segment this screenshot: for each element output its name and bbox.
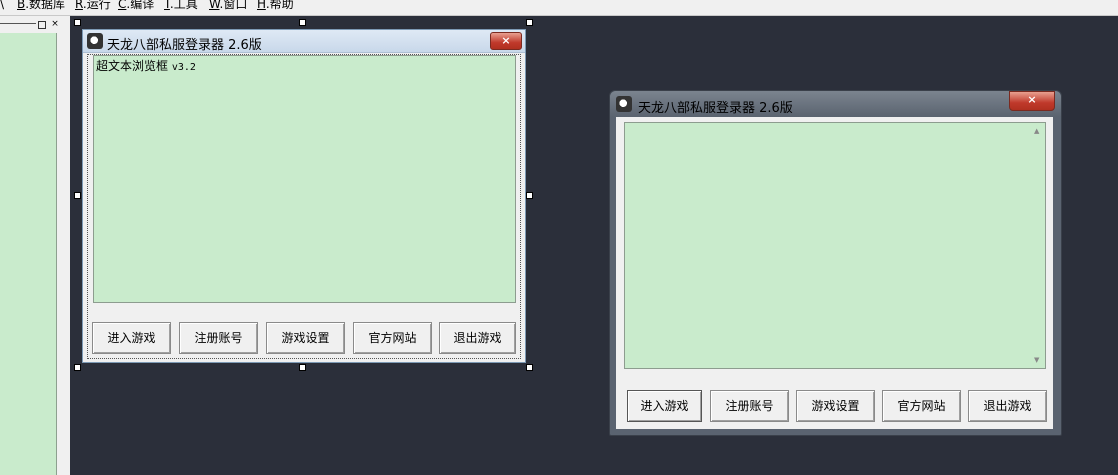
menu-tools[interactable]: T.工具 <box>164 0 198 10</box>
dock-content <box>0 33 57 475</box>
app-icon <box>87 33 103 49</box>
restore-icon[interactable] <box>38 21 46 29</box>
exit-game-button[interactable]: 退出游戏 <box>968 390 1047 422</box>
resize-handle[interactable] <box>526 364 533 371</box>
menu-database[interactable]: B.数据库 <box>17 0 65 10</box>
resize-handle[interactable] <box>299 364 306 371</box>
resize-handle[interactable] <box>526 192 533 199</box>
close-button[interactable]: × <box>490 32 522 50</box>
resize-handle[interactable] <box>299 19 306 26</box>
menu-help[interactable]: H.帮助 <box>257 0 294 10</box>
resize-handle[interactable] <box>74 192 81 199</box>
preview-window: 天龙八部私服登录器 2.6版 × ▲ ▼ 进入游戏 注册账号 游戏设置 官方网站… <box>609 90 1062 436</box>
scroll-up-icon[interactable]: ▲ <box>1034 127 1039 135</box>
game-settings-button[interactable]: 游戏设置 <box>796 390 875 422</box>
window-client-area: ▲ ▼ 进入游戏 注册账号 游戏设置 官方网站 退出游戏 <box>616 117 1053 429</box>
hypertext-browser-box[interactable]: 超文本浏览框 v3.2 <box>93 55 516 303</box>
menu-window[interactable]: W.窗口 <box>209 0 247 10</box>
window-title: 天龙八部私服登录器 2.6版 <box>107 38 262 53</box>
title-bar[interactable]: 天龙八部私服登录器 2.6版 × <box>610 91 1061 117</box>
register-account-button[interactable]: 注册账号 <box>710 390 789 422</box>
scroll-down-icon[interactable]: ▼ <box>1034 356 1039 364</box>
enter-game-button[interactable]: 进入游戏 <box>92 322 171 354</box>
resize-handle[interactable] <box>526 19 533 26</box>
menu-compile[interactable]: C.编译 <box>118 0 154 10</box>
window-title: 天龙八部私服登录器 2.6版 <box>638 101 793 116</box>
dock-title-bar: × <box>0 16 66 32</box>
left-dock-panel: × <box>0 16 70 475</box>
browser-caption: 超文本浏览框 v3.2 <box>96 59 196 73</box>
title-bar[interactable]: 天龙八部私服登录器 2.6版 × <box>83 30 525 53</box>
hypertext-browser-box[interactable]: ▲ ▼ <box>624 122 1046 369</box>
app-icon <box>616 96 632 112</box>
register-account-button[interactable]: 注册账号 <box>179 322 258 354</box>
close-button[interactable]: × <box>1009 91 1055 111</box>
dock-grip[interactable] <box>0 23 36 24</box>
exit-game-button[interactable]: 退出游戏 <box>439 322 516 354</box>
menu-fragment: \ <box>0 0 5 11</box>
vertical-scrollbar[interactable]: ▲ ▼ <box>1031 123 1045 368</box>
official-site-button[interactable]: 官方网站 <box>353 322 432 354</box>
close-icon[interactable]: × <box>50 19 60 29</box>
design-form-window: 天龙八部私服登录器 2.6版 × 超文本浏览框 v3.2 进入游戏 注册账号 游… <box>82 29 526 363</box>
game-settings-button[interactable]: 游戏设置 <box>266 322 345 354</box>
menu-run[interactable]: R.运行 <box>75 0 111 10</box>
resize-handle[interactable] <box>74 364 81 371</box>
resize-handle[interactable] <box>74 19 81 26</box>
enter-game-button[interactable]: 进入游戏 <box>627 390 702 422</box>
menu-bar: \ B.数据库 R.运行 C.编译 T.工具 W.窗口 H.帮助 <box>0 0 1118 16</box>
official-site-button[interactable]: 官方网站 <box>882 390 961 422</box>
